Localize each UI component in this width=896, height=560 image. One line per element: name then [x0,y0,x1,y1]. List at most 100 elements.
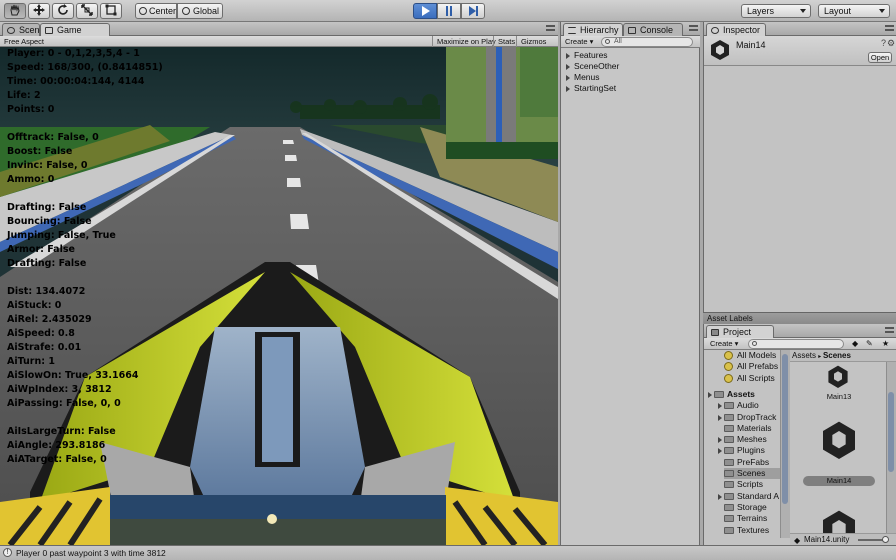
project-tree-item[interactable]: DropTrack [718,412,776,423]
gear-icon[interactable]: ⚙ [887,38,895,49]
breadcrumb-assets[interactable]: Assets [792,351,816,360]
debug-line: Bouncing: False [7,216,92,227]
debug-line: Jumping: False, True [7,230,116,241]
breadcrumb-scenes[interactable]: Scenes [823,351,851,360]
expand-arrow-icon[interactable] [566,53,570,59]
debug-line: AiSpeed: 0.8 [7,328,75,339]
layout-dropdown[interactable]: Layout [818,4,890,18]
asset-tile[interactable]: Main13 [799,364,879,404]
step-button[interactable] [461,3,485,19]
hand-tool-button[interactable] [4,3,26,19]
tab-inspector[interactable]: Inspector [706,23,766,36]
search-placeholder: All [614,38,622,45]
project-tree-item[interactable]: Plugins [718,445,765,456]
pivot-center-button[interactable]: Center [135,3,177,19]
asset-labels-header[interactable]: Asset Labels [703,312,896,324]
open-button[interactable]: Open [868,52,892,63]
project-tree-item[interactable]: Assets [708,389,755,400]
pause-button[interactable] [437,3,461,19]
project-tree-item[interactable]: Storage [724,502,767,513]
pause-icon [446,6,452,16]
debug-line: AiStrafe: 0.01 [7,342,82,353]
space-global-button[interactable]: Global [177,3,223,19]
expand-arrow-icon[interactable] [566,64,570,70]
expand-arrow-icon[interactable] [718,448,722,455]
project-tree-label: Plugins [737,445,765,456]
hierarchy-item[interactable]: Menus [566,72,600,83]
folder-icon [724,402,734,410]
hierarchy-toolbar: Create ▾ All [561,36,700,48]
expand-arrow-icon[interactable] [718,414,722,421]
unity-scene-icon [823,510,855,534]
panel-menu-icon[interactable] [885,327,894,333]
filter-by-type-icon[interactable]: ◆ [852,338,858,349]
asset-scrollbar[interactable] [886,362,896,538]
tab-scene[interactable]: Scene [2,23,45,36]
debug-line: AiTurn: 1 [7,356,55,367]
hierarchy-item[interactable]: StartingSet [566,83,616,94]
move-tool-button[interactable] [28,3,50,19]
filter-by-label-icon[interactable]: ✎ [866,338,873,349]
hierarchy-search-input[interactable]: All [601,37,693,47]
scale-tool-button[interactable] [76,3,98,19]
debug-line: Offtrack: False, 0 [7,132,99,143]
favorite-star-icon[interactable]: ★ [882,338,889,349]
hierarchy-tabs: Hierarchy Console [561,22,700,36]
expand-arrow-icon[interactable] [718,493,722,500]
debug-line: AiRel: 2.435029 [7,314,92,325]
hierarchy-item-label: StartingSet [574,83,617,93]
project-create-button[interactable]: Create ▾ [706,338,742,350]
tab-project[interactable]: Project [706,325,774,338]
game-view[interactable]: Player: 0 - 0,1,2,3,5,4 - 1 Speed: 168/30… [0,47,558,545]
asset-tile-selected[interactable]: Main14 [799,419,879,489]
list-icon [568,27,576,34]
hand-icon [10,4,20,16]
project-search-input[interactable] [748,339,844,349]
debug-line: Dist: 134.4072 [7,286,86,297]
debug-line: Time: 00:00:04:144, 4144 [7,76,145,87]
hierarchy-item[interactable]: Features [566,50,608,61]
project-tree-item[interactable]: Terrains [724,513,767,524]
tab-console-label: Console [640,25,674,35]
project-tree-item[interactable]: Scenes [724,468,780,479]
debug-line: Boost: False [7,146,73,157]
layers-dropdown[interactable]: Layers [741,4,811,18]
tab-game[interactable]: Game [40,23,110,36]
tree-scrollbar-thumb[interactable] [782,354,788,504]
icon-size-slider-handle[interactable] [882,536,889,543]
play-button[interactable] [413,3,437,19]
project-tree-item[interactable]: Audio [718,400,759,411]
project-tree-item[interactable]: Meshes [718,434,767,445]
tree-scrollbar[interactable] [780,350,790,538]
expand-arrow-icon[interactable] [708,391,712,398]
tab-hierarchy-label: Hierarchy [580,25,619,35]
expand-arrow-icon[interactable] [718,403,722,410]
asset-scrollbar-thumb[interactable] [888,392,894,472]
debug-gap [7,411,163,425]
space-label: Global [193,6,220,16]
rect-tool-button[interactable] [100,3,122,19]
panel-menu-icon[interactable] [546,25,555,31]
project-tree-item[interactable]: All Models [724,350,776,361]
expand-arrow-icon[interactable] [718,437,722,444]
tab-console[interactable]: Console [623,23,683,36]
hierarchy-item[interactable]: SceneOther [566,61,619,72]
hierarchy-create-button[interactable]: Create ▾ [561,36,597,48]
project-tree-item[interactable]: All Prefabs [724,361,778,372]
asset-tile[interactable] [799,504,879,534]
help-icon[interactable]: ? [881,38,886,48]
rotate-tool-button[interactable] [52,3,74,19]
expand-arrow-icon[interactable] [566,75,570,81]
project-tree-item[interactable]: All Scripts [724,373,775,384]
panel-menu-icon[interactable] [689,25,698,31]
expand-arrow-icon[interactable] [566,86,570,92]
project-tree-item[interactable]: Materials [724,423,771,434]
project-tree-item[interactable]: Standard A [718,491,779,502]
panel-menu-icon[interactable] [885,25,894,31]
project-tree-item[interactable]: PreFabs [724,457,769,468]
project-tree-item[interactable]: Textures [724,525,769,536]
project-tree-item[interactable]: Scripts [724,479,763,490]
status-bar[interactable]: ! Player 0 past waypoint 3 with time 381… [0,545,896,560]
debug-line: Player: 0 - 0,1,2,3,5,4 - 1 [7,48,140,59]
tab-hierarchy[interactable]: Hierarchy [563,23,623,36]
